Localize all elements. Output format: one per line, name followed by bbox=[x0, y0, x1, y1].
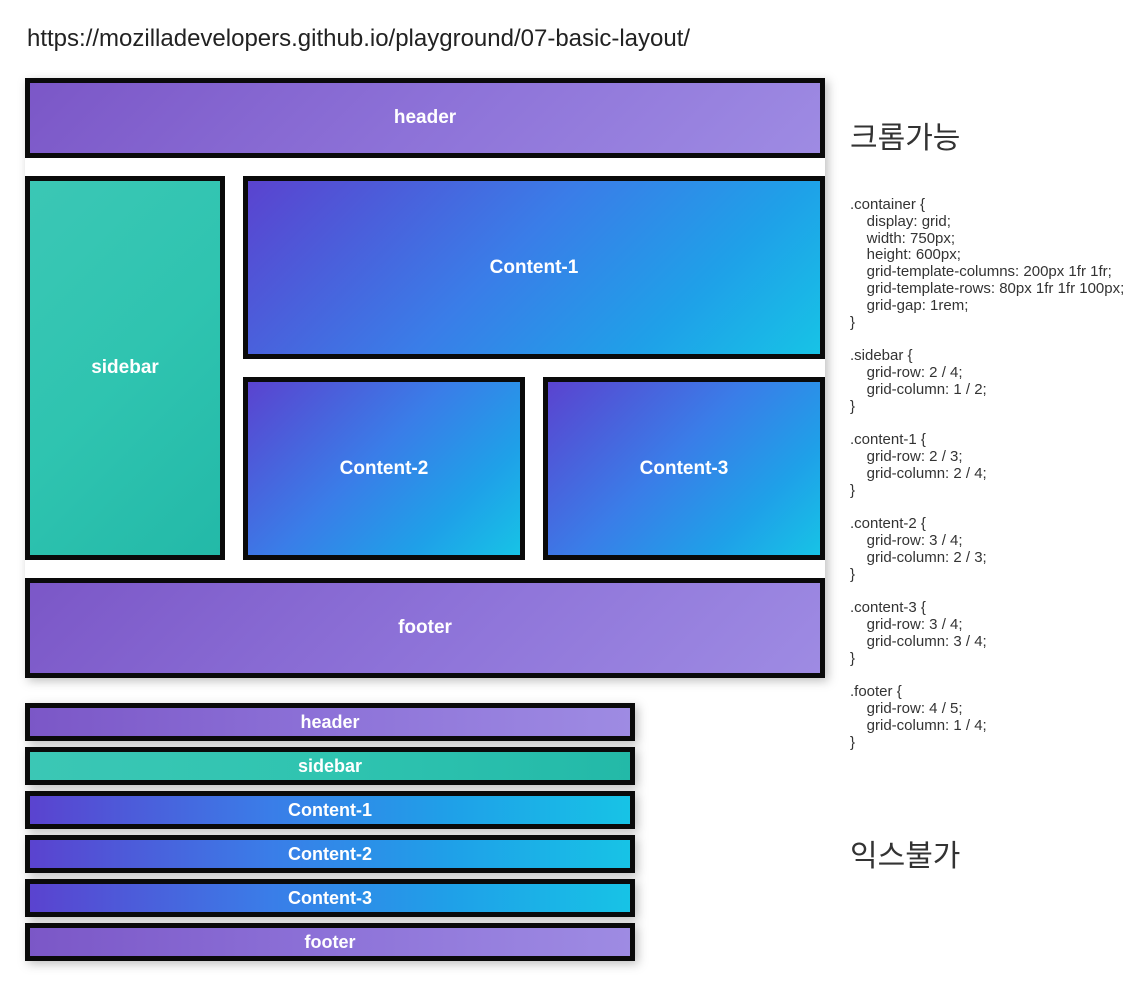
heading-chrome: 크롬가능 bbox=[850, 113, 1124, 157]
stack-header: header bbox=[25, 703, 635, 741]
stack-content-3: Content-3 bbox=[25, 879, 635, 917]
right-column: 크롬가능 .container { display: grid; width: … bbox=[850, 78, 1124, 895]
grid-content-2: Content-2 bbox=[243, 377, 525, 560]
grid-example-wrap: header sidebar Content-1 Content-2 Conte… bbox=[25, 78, 825, 678]
heading-ie: 익스불가 bbox=[850, 831, 1124, 875]
stack-example: header sidebar Content-1 Content-2 Conte… bbox=[25, 703, 635, 961]
stack-example-wrap: header sidebar Content-1 Content-2 Conte… bbox=[25, 703, 825, 961]
stack-content-1: Content-1 bbox=[25, 791, 635, 829]
grid-sidebar: sidebar bbox=[25, 176, 225, 560]
page-url: https://mozilladevelopers.github.io/play… bbox=[27, 25, 1105, 53]
stack-footer: footer bbox=[25, 923, 635, 961]
left-column: header sidebar Content-1 Content-2 Conte… bbox=[25, 78, 825, 961]
grid-header: header bbox=[25, 78, 825, 158]
stack-content-2: Content-2 bbox=[25, 835, 635, 873]
main-layout: header sidebar Content-1 Content-2 Conte… bbox=[25, 78, 1105, 961]
grid-example: header sidebar Content-1 Content-2 Conte… bbox=[25, 78, 825, 678]
css-code-block: .container { display: grid; width: 750px… bbox=[850, 197, 1124, 751]
stack-sidebar: sidebar bbox=[25, 747, 635, 785]
grid-content-3: Content-3 bbox=[543, 377, 825, 560]
grid-content-1: Content-1 bbox=[243, 176, 825, 359]
grid-footer: footer bbox=[25, 578, 825, 678]
